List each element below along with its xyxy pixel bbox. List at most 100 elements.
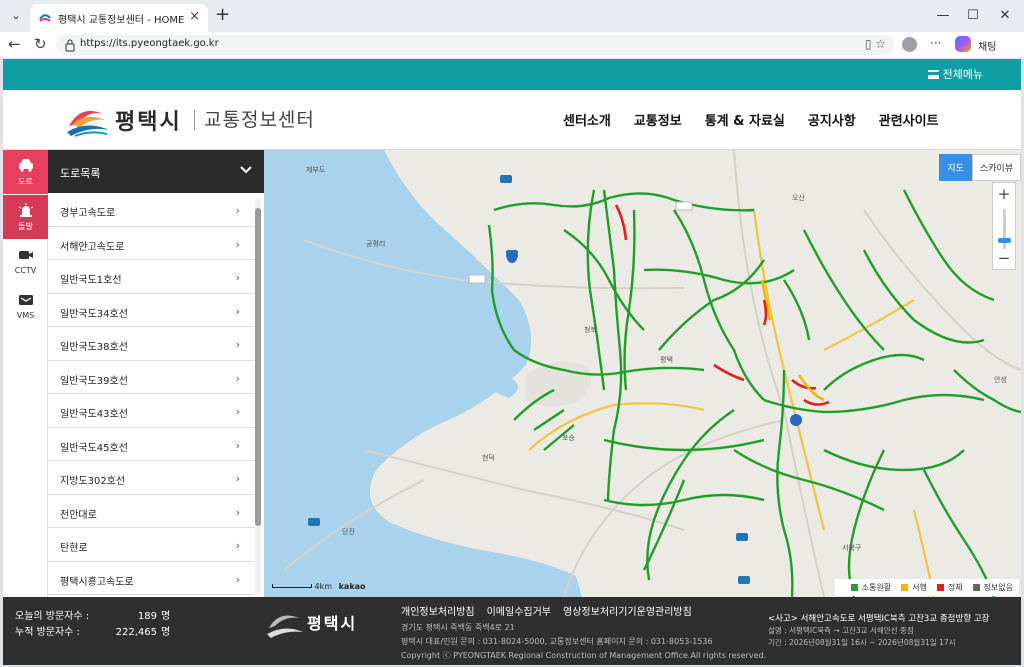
site-header: 평택시 교통정보센터 센터소개 교통정보 통계 & 자료실 공지사항 관련사이트 xyxy=(3,90,1021,150)
tab-title: 평택시 교통정보센터 - HOME xyxy=(58,15,185,26)
alert-light-icon xyxy=(18,203,33,217)
nav-statistics[interactable]: 통계 & 자료실 xyxy=(705,110,785,129)
footer-copyright: Copyright ⓒ PYEONGTAEK Regional Construc… xyxy=(401,651,767,660)
menu-road[interactable]: 도로 xyxy=(3,150,48,194)
menu-incident[interactable]: 돌발 xyxy=(3,195,48,239)
kakao-logo[interactable]: kakao xyxy=(339,582,366,591)
zoom-slider-handle[interactable] xyxy=(998,238,1011,243)
tab-list-button[interactable]: ⌄ xyxy=(6,7,26,25)
category-icon-menu: 도로 돌발 CCTV VMS xyxy=(3,150,48,597)
svg-text:오산: 오산 xyxy=(792,193,805,202)
url-field[interactable]: https://its.pyeongtaek.go.kr ▯ ☆ xyxy=(56,35,894,55)
logo-city-name[interactable]: 평택시 xyxy=(115,104,182,136)
notice-title: <사고> 서해안고속도로 서평택IC북측 고잔3교 종점방향 고장 xyxy=(768,614,990,624)
footer-links: 개인정보처리방침 이메일수집거부 영상정보처리기기운영관리방침 xyxy=(401,603,704,618)
road-list-scrollbar[interactable] xyxy=(255,198,261,594)
map-canvas[interactable]: 제부도 궁평리 오산 안성 당진 서북구 청북 평택 포승 현덕 xyxy=(264,150,1021,597)
visitor-counter: 오늘의 방문자수 : 189 명 누적 방문자수 : 222,465 명 xyxy=(15,609,170,641)
menu-cctv[interactable]: CCTV xyxy=(3,240,48,284)
logo-subtitle[interactable]: 교통정보센터 xyxy=(204,105,315,132)
road-item[interactable]: 경부고속도로 › xyxy=(48,193,254,227)
tab-close-icon[interactable]: × xyxy=(189,9,200,24)
visit-total-count: 222,465 xyxy=(115,627,157,638)
zoom-out-button[interactable]: − xyxy=(993,249,1015,267)
road-item-label: 탄현로 xyxy=(60,543,88,554)
all-menu-button[interactable]: 전체메뉴 xyxy=(927,66,983,82)
road-item-label: 지방도302호선 xyxy=(60,476,126,487)
incident-notice[interactable]: <사고> 서해안고속도로 서평택IC북측 고잔3교 종점방향 고장 설명 : 서… xyxy=(768,613,989,649)
road-item[interactable]: 일반국도45호선 › xyxy=(48,428,254,461)
chat-label[interactable]: 채팅 xyxy=(978,38,996,53)
road-item[interactable]: 지방도302호선 › xyxy=(48,461,254,495)
notice-period: 기간 : 2026년08월31일 16시 ~ 2026년08월31일 17시 xyxy=(768,638,956,647)
road-list-title: 도로목록 xyxy=(60,167,101,180)
chevron-right-icon: › xyxy=(235,304,240,318)
footer-info: 경기도 평택시 죽백동 죽백4로 21 평택시 대표/민원 문의 : 031-8… xyxy=(401,621,766,663)
maximize-icon[interactable]: ☐ xyxy=(958,6,988,26)
svg-text:청북: 청북 xyxy=(584,326,597,334)
more-options-icon[interactable]: ··· xyxy=(930,36,941,50)
road-item[interactable]: 평택시흥고속도로 › xyxy=(48,562,254,595)
close-window-icon[interactable]: ✕ xyxy=(990,6,1020,26)
nav-traffic-info[interactable]: 교통정보 xyxy=(634,110,682,129)
road-item-label: 일반국도34호선 xyxy=(60,308,128,320)
menu-incident-label: 돌발 xyxy=(18,222,33,231)
reload-icon[interactable]: ↻ xyxy=(34,35,47,53)
menu-road-label: 도로 xyxy=(18,177,33,186)
road-item[interactable]: 일반국도34호선 › xyxy=(48,294,254,327)
chevron-right-icon: › xyxy=(235,405,240,418)
nav-center-intro[interactable]: 센터소개 xyxy=(563,110,611,129)
scrollbar-thumb[interactable] xyxy=(255,208,261,526)
nav-notice[interactable]: 공지사항 xyxy=(808,110,856,129)
zoom-control: + − xyxy=(992,182,1016,270)
chevron-right-icon: › xyxy=(235,371,240,385)
reader-and-favorite-icons[interactable]: ▯ ☆ xyxy=(865,37,886,51)
chevron-right-icon: › xyxy=(235,271,240,284)
svg-text:서북구: 서북구 xyxy=(842,543,862,552)
scale-label: 4km xyxy=(314,582,333,591)
road-list-header[interactable]: 도로목록 xyxy=(48,150,264,193)
road-item[interactable]: 천안대로 › xyxy=(48,495,254,528)
road-item[interactable]: 일반국도1호선 › xyxy=(48,260,254,294)
legend-swatch-smooth xyxy=(850,584,858,591)
pyeongtaek-logo-icon[interactable] xyxy=(65,100,111,140)
chevron-right-icon: › xyxy=(235,237,240,251)
video-policy-link[interactable]: 영상정보처리기기운영관리방침 xyxy=(563,603,692,618)
vms-board-icon xyxy=(18,295,33,305)
chevron-right-icon: › xyxy=(235,472,240,485)
minimize-icon[interactable]: — xyxy=(928,6,958,26)
legend-swatch-slow xyxy=(901,584,909,591)
browser-tab[interactable]: 평택시 교통정보센터 - HOME × xyxy=(30,4,208,32)
road-item[interactable]: 일반국도43호선 › xyxy=(48,394,254,428)
back-icon[interactable]: ← xyxy=(8,35,21,53)
visit-unit: 명 xyxy=(161,611,171,622)
chevron-right-icon: › xyxy=(235,204,240,217)
traffic-map[interactable]: 제부도 궁평리 오산 안성 당진 서북구 청북 평택 포승 현덕 지도 스카이뷰… xyxy=(264,150,1021,597)
footer-logo-text: 평택시 xyxy=(307,614,358,633)
nav-related-sites[interactable]: 관련사이트 xyxy=(879,110,939,129)
road-item[interactable]: 일반국도38호선 › xyxy=(48,327,254,361)
profile-avatar[interactable] xyxy=(902,37,917,52)
road-item-label: 천안대로 xyxy=(60,509,97,521)
svg-text:당진: 당진 xyxy=(342,527,355,536)
map-type-skyview-button[interactable]: 스카이뷰 xyxy=(971,154,1021,181)
traffic-legend: 소통원활 서행 정체 정보없음 xyxy=(834,579,1019,596)
road-item[interactable]: 일반국도39호선 › xyxy=(48,361,254,394)
email-refusal-link[interactable]: 이메일수집거부 xyxy=(487,603,551,618)
main-navigation: 센터소개 교통정보 통계 & 자료실 공지사항 관련사이트 xyxy=(563,110,962,129)
menu-vms[interactable]: VMS xyxy=(3,285,48,329)
footer-address: 경기도 평택시 죽백동 죽백4로 21 xyxy=(401,623,515,632)
new-tab-icon[interactable]: + xyxy=(215,4,230,25)
legend-swatch-no-info xyxy=(972,584,980,591)
map-type-map-button[interactable]: 지도 xyxy=(939,154,972,181)
road-item[interactable]: 탄현로 › xyxy=(48,528,254,562)
svg-text:현덕: 현덕 xyxy=(482,453,495,462)
notice-description: 설명 : 서평택IC북측 → 고잔3교 서해안선 종점 xyxy=(768,626,914,635)
visit-unit: 명 xyxy=(161,627,171,638)
zoom-slider[interactable] xyxy=(1003,209,1006,249)
zoom-in-button[interactable]: + xyxy=(993,185,1015,203)
road-item[interactable]: 서해안고속도로 › xyxy=(48,227,254,260)
copilot-icon[interactable] xyxy=(955,36,971,52)
chevron-right-icon: › xyxy=(235,505,240,519)
privacy-policy-link[interactable]: 개인정보처리방침 xyxy=(401,603,475,618)
